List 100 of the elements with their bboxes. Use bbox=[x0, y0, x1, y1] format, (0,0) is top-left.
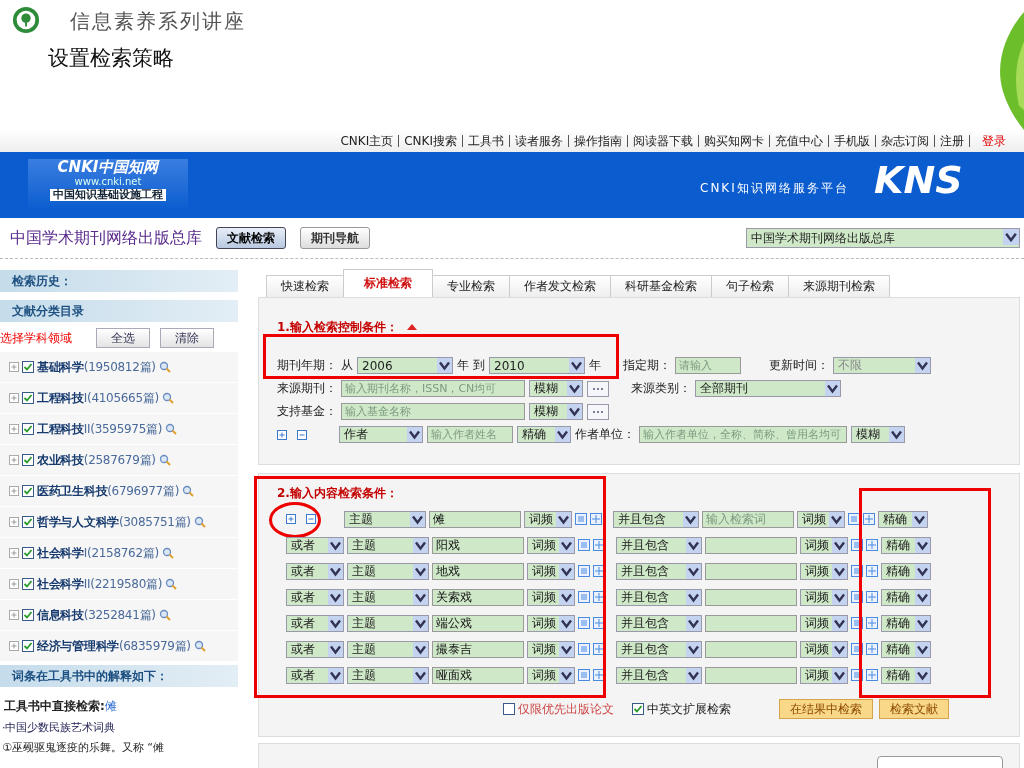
period-input[interactable]: 请输入 bbox=[675, 357, 741, 374]
search-button[interactable]: 检索文献 bbox=[879, 699, 949, 719]
match-select[interactable]: 精确 bbox=[881, 614, 931, 632]
add-row-icon[interactable] bbox=[286, 514, 296, 524]
frequency-select[interactable]: 词频 bbox=[800, 588, 848, 606]
search-button[interactable]: 在结果中检索 bbox=[779, 699, 873, 719]
relation-select[interactable]: 并且包含 bbox=[616, 562, 702, 580]
frequency-select[interactable]: 词频 bbox=[527, 588, 575, 606]
field-select[interactable]: 主题 bbox=[347, 614, 429, 632]
sidebar-button[interactable]: 清除 bbox=[160, 328, 214, 348]
option-checkbox[interactable]: 仅限优先出版论文 bbox=[503, 700, 614, 718]
expand-icon[interactable] bbox=[9, 393, 19, 403]
word-list-icon[interactable] bbox=[851, 565, 863, 577]
category-checkbox[interactable] bbox=[22, 392, 34, 404]
relation-select[interactable]: 并且包含 bbox=[616, 614, 702, 632]
term-input[interactable]: 端公戏 bbox=[432, 614, 524, 632]
expand-icon[interactable] bbox=[9, 424, 19, 434]
relation-select[interactable]: 并且包含 bbox=[616, 640, 702, 658]
expand-icon[interactable] bbox=[9, 579, 19, 589]
field-select[interactable]: 主题 bbox=[347, 562, 429, 580]
top-link[interactable]: 操作指南 bbox=[569, 135, 628, 147]
term-input[interactable] bbox=[705, 666, 797, 684]
expand-arrows-icon[interactable] bbox=[866, 565, 878, 577]
top-link[interactable]: 充值中心 bbox=[770, 135, 829, 147]
term-input[interactable]: 地戏 bbox=[432, 562, 524, 580]
term-input[interactable] bbox=[705, 588, 797, 606]
option-checkbox[interactable]: 中英文扩展检索 bbox=[632, 700, 731, 718]
category-checkbox[interactable] bbox=[22, 361, 34, 373]
match-select[interactable]: 模糊 bbox=[529, 380, 583, 397]
logic-select[interactable]: 或者 bbox=[286, 562, 344, 580]
top-link[interactable]: 读者服务 bbox=[510, 135, 569, 147]
category-checkbox[interactable] bbox=[22, 609, 34, 621]
word-list-icon[interactable] bbox=[848, 513, 860, 525]
category-checkbox[interactable] bbox=[22, 454, 34, 466]
word-list-icon[interactable] bbox=[851, 539, 863, 551]
expand-arrows-icon[interactable] bbox=[866, 643, 878, 655]
add-row-icon[interactable] bbox=[277, 429, 287, 440]
frequency-select[interactable]: 词频 bbox=[527, 536, 575, 554]
frequency-select[interactable]: 词频 bbox=[800, 666, 848, 684]
search-tab[interactable]: 专业检索 bbox=[432, 275, 510, 297]
expand-icon[interactable] bbox=[9, 362, 19, 372]
expand-arrows-icon[interactable] bbox=[593, 539, 605, 551]
frequency-select[interactable]: 词频 bbox=[800, 562, 848, 580]
category-checkbox[interactable] bbox=[22, 516, 34, 528]
search-icon[interactable] bbox=[158, 361, 171, 373]
match-select[interactable]: 精确 bbox=[881, 640, 931, 658]
relation-select[interactable]: 并且包含 bbox=[616, 666, 702, 684]
frequency-select[interactable]: 词频 bbox=[527, 666, 575, 684]
expand-arrows-icon[interactable] bbox=[590, 513, 602, 525]
fund-input[interactable]: 输入基金名称 bbox=[341, 403, 525, 420]
search-icon[interactable] bbox=[165, 578, 178, 590]
relation-select[interactable]: 并且包含 bbox=[616, 588, 702, 606]
more-icon[interactable] bbox=[587, 380, 609, 397]
source-type-select[interactable]: 全部期刊 bbox=[695, 380, 841, 397]
remove-row-icon[interactable] bbox=[297, 429, 307, 440]
search-tab[interactable]: 句子检索 bbox=[711, 275, 789, 297]
search-icon[interactable] bbox=[161, 392, 174, 404]
toolbook-header[interactable]: 词条在工具书中的解释如下： bbox=[0, 665, 238, 687]
nav-button[interactable]: 文献检索 bbox=[216, 227, 286, 249]
term-input[interactable] bbox=[705, 614, 797, 632]
match-select[interactable]: 模糊 bbox=[529, 403, 583, 420]
top-link[interactable]: 注册 bbox=[935, 135, 970, 147]
term-input[interactable]: 哑面戏 bbox=[432, 666, 524, 684]
logic-select[interactable]: 或者 bbox=[286, 588, 344, 606]
search-icon[interactable] bbox=[182, 485, 194, 497]
frequency-select[interactable]: 词频 bbox=[527, 614, 575, 632]
search-icon[interactable] bbox=[193, 516, 206, 528]
checkbox-icon[interactable] bbox=[503, 703, 515, 715]
term-input[interactable] bbox=[705, 562, 797, 580]
match-select[interactable]: 模糊 bbox=[851, 426, 905, 443]
field-select[interactable]: 主题 bbox=[347, 588, 429, 606]
checkbox-icon[interactable] bbox=[632, 703, 644, 715]
expand-icon[interactable] bbox=[9, 641, 19, 651]
author-input[interactable]: 输入作者姓名 bbox=[427, 426, 513, 443]
term-input[interactable] bbox=[705, 640, 797, 658]
more-icon[interactable] bbox=[587, 403, 609, 420]
match-select[interactable]: 精确 bbox=[517, 426, 571, 443]
word-list-icon[interactable] bbox=[851, 617, 863, 629]
top-link[interactable]: 工具书 bbox=[463, 135, 510, 147]
field-select[interactable]: 主题 bbox=[347, 640, 429, 658]
logic-select[interactable]: 或者 bbox=[286, 640, 344, 658]
expand-arrows-icon[interactable] bbox=[593, 617, 605, 629]
expand-arrows-icon[interactable] bbox=[593, 565, 605, 577]
unit-input[interactable]: 输入作者单位，全称、简称、曾用名均可 bbox=[639, 426, 847, 443]
frequency-select[interactable]: 词频 bbox=[527, 562, 575, 580]
relation-select[interactable]: 并且包含 bbox=[613, 510, 699, 528]
word-list-icon[interactable] bbox=[851, 591, 863, 603]
logic-select[interactable]: 或者 bbox=[286, 536, 344, 554]
frequency-select[interactable]: 词频 bbox=[800, 536, 848, 554]
category-checkbox[interactable] bbox=[22, 423, 34, 435]
year-select[interactable]: 2006 bbox=[357, 357, 453, 374]
word-list-icon[interactable] bbox=[851, 669, 863, 681]
top-link[interactable]: 阅读器下载 bbox=[628, 135, 699, 147]
frequency-select[interactable]: 词频 bbox=[800, 640, 848, 658]
word-list-icon[interactable] bbox=[575, 513, 587, 525]
frequency-select[interactable]: 词频 bbox=[527, 640, 575, 658]
word-list-icon[interactable] bbox=[578, 539, 590, 551]
category-checkbox[interactable] bbox=[22, 578, 34, 590]
remove-row-icon[interactable] bbox=[306, 514, 316, 524]
expand-icon[interactable] bbox=[9, 455, 19, 465]
